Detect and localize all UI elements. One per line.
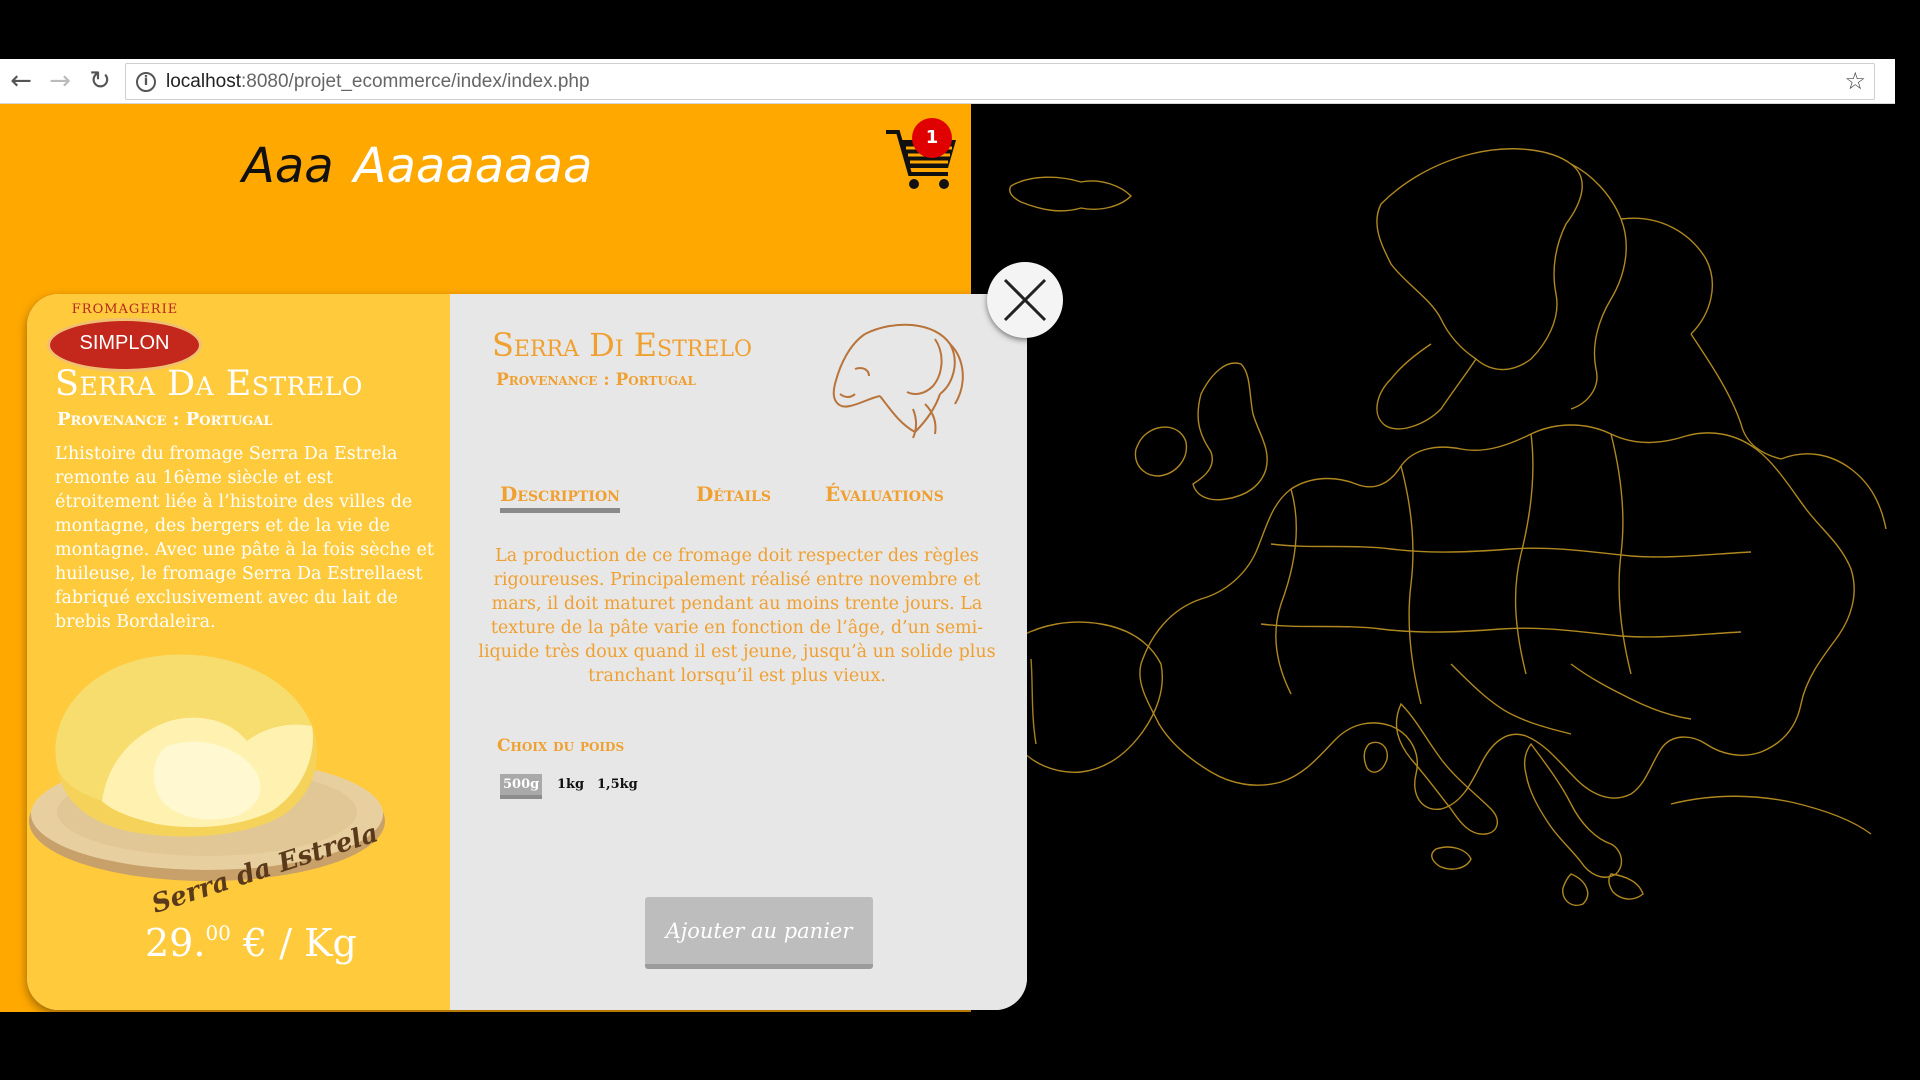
url-path: :8080/projet_ecommerce/index/index.php xyxy=(241,71,590,92)
weight-option-1kg[interactable]: 1kg xyxy=(557,777,584,792)
product-details-panel: Serra Di Estrelo Provenance : Portugal D… xyxy=(450,294,1027,1010)
product-card-title: Serra Da Estrelo xyxy=(55,364,363,404)
tab-bar: Description Détails Évaluations xyxy=(500,482,1000,522)
product-card: FROMAGERIE SIMPLON Serra Da Estrelo Prov… xyxy=(27,294,450,1010)
product-modal: FROMAGERIE SIMPLON Serra Da Estrelo Prov… xyxy=(27,294,1027,1010)
close-x-icon[interactable] xyxy=(987,262,1063,338)
url-text[interactable]: localhost:8080/projet_ecommerce/index/in… xyxy=(166,71,590,93)
browser-toolbar: ← → ↻ i localhost:8080/projet_ecommerce/… xyxy=(0,59,1895,104)
ram-head-icon xyxy=(832,323,964,439)
logo-top-text: FROMAGERIE xyxy=(71,302,179,317)
tab-description[interactable]: Description xyxy=(500,482,620,513)
tab-details[interactable]: Détails xyxy=(696,482,771,506)
reload-icon[interactable]: ↻ xyxy=(85,66,115,96)
arrow-right-icon[interactable]: → xyxy=(45,66,75,96)
weight-option-1-5kg[interactable]: 1,5kg xyxy=(597,777,638,792)
product-description: La production de ce fromage doit respect… xyxy=(478,546,996,686)
brand-part-1: Aaa xyxy=(242,138,334,194)
europe-map xyxy=(1000,148,1887,906)
weight-option-500g[interactable]: 500g xyxy=(500,774,543,799)
weight-choice-label: Choix du poids xyxy=(497,736,625,756)
price-integer: 29. xyxy=(145,921,206,965)
tab-evaluations[interactable]: Évaluations xyxy=(825,482,944,506)
site-brand[interactable]: Aaa Aaaaaaaa xyxy=(242,138,592,194)
add-to-cart-button[interactable]: Ajouter au panier xyxy=(645,897,873,969)
star-icon[interactable]: ☆ xyxy=(1844,67,1866,95)
price-decimal: 00 xyxy=(205,921,231,945)
address-bar[interactable]: i localhost:8080/projet_ecommerce/index/… xyxy=(125,63,1875,100)
product-history-text: L’histoire du fromage Serra Da Estrela r… xyxy=(55,444,434,632)
cart-count-badge[interactable]: 1 xyxy=(912,118,952,158)
product-provenance: Provenance : Portugal xyxy=(496,370,696,390)
price: 29.00 € / Kg xyxy=(145,921,357,965)
price-unit: € / Kg xyxy=(242,921,357,965)
info-icon[interactable]: i xyxy=(136,72,156,92)
brand-part-2: Aaaaaaaa xyxy=(353,138,593,194)
arrow-left-icon[interactable]: ← xyxy=(6,66,36,96)
logo-name-text: SIMPLON xyxy=(79,332,170,354)
product-title: Serra Di Estrelo xyxy=(492,326,753,364)
url-host: localhost xyxy=(166,71,241,92)
product-card-provenance: Provenance : Portugal xyxy=(57,409,273,430)
